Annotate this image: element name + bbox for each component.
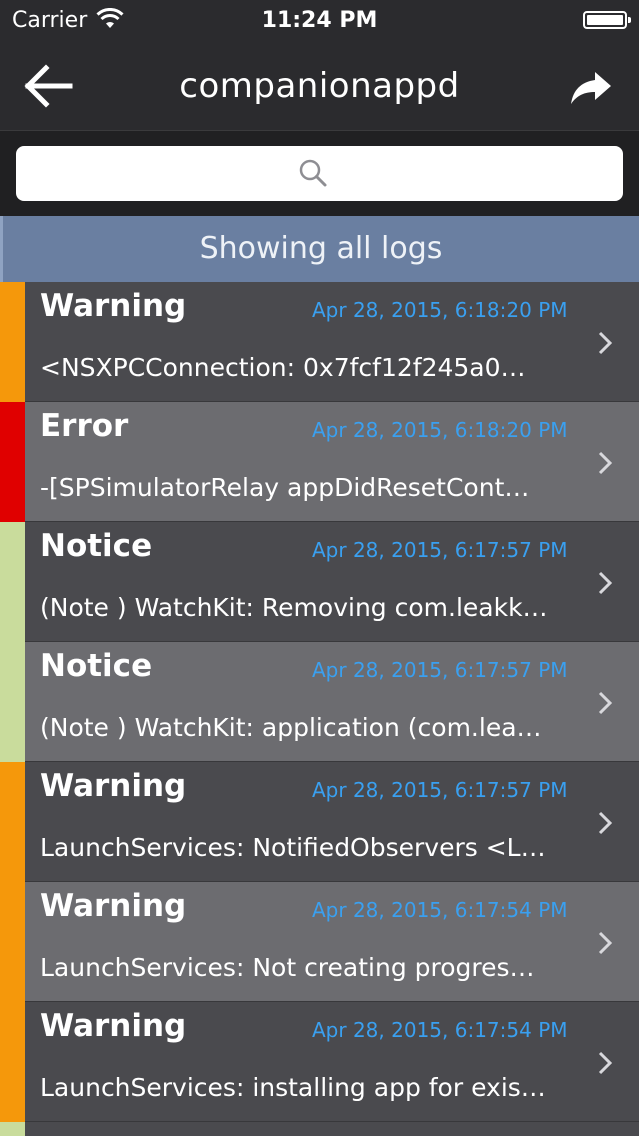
chevron-right-icon bbox=[598, 331, 613, 355]
severity-stripe bbox=[0, 522, 25, 642]
log-level: Warning bbox=[40, 888, 187, 924]
log-timestamp: Apr 28, 2015, 6:18:20 PM bbox=[312, 418, 568, 442]
log-message: LaunchServices: installing app for exis… bbox=[40, 1073, 546, 1102]
log-level: Warning bbox=[40, 768, 187, 804]
severity-stripe bbox=[0, 1002, 25, 1122]
log-row[interactable]: Notice Apr 28, 2015, 6:17:57 PM (Note ) Wa… bbox=[0, 522, 639, 642]
log-message: (Note ) WatchKit: Removing com.leakk… bbox=[40, 593, 548, 622]
log-message: -[SPSimulatorRelay appDidResetCont… bbox=[40, 473, 530, 502]
chevron-right-icon bbox=[598, 571, 613, 595]
navigation-bar: companionappd bbox=[0, 40, 639, 130]
page-title: companionappd bbox=[179, 66, 460, 106]
log-timestamp: Apr 28, 2015, 6:17:57 PM bbox=[312, 778, 568, 802]
log-row[interactable]: Error Apr 28, 2015, 6:18:20 PM -[SPSimulat… bbox=[0, 402, 639, 522]
log-timestamp: Apr 28, 2015, 6:17:54 PM bbox=[312, 898, 568, 922]
search-bar bbox=[0, 130, 639, 217]
severity-stripe bbox=[0, 882, 25, 1002]
log-level: Notice bbox=[40, 528, 153, 564]
filter-banner[interactable]: Showing all logs bbox=[0, 216, 639, 282]
log-timestamp: Apr 28, 2015, 6:17:57 PM bbox=[312, 658, 568, 682]
status-time: 11:24 PM bbox=[261, 8, 378, 33]
log-row[interactable]: Notice Apr 28, 2015, 6:17:57 PM (Note ) Wa… bbox=[0, 642, 639, 762]
severity-stripe bbox=[0, 642, 25, 762]
log-row[interactable]: Warning Apr 28, 2015, 6:17:54 PM LaunchSer… bbox=[0, 882, 639, 1002]
log-list: Warning Apr 28, 2015, 6:18:20 PM <NSXPCCon… bbox=[0, 282, 639, 1136]
log-level: Warning bbox=[40, 288, 187, 324]
log-row[interactable]: Warning Apr 28, 2015, 6:17:57 PM LaunchSer… bbox=[0, 762, 639, 882]
share-icon[interactable] bbox=[569, 68, 613, 108]
log-message: (Note ) WatchKit: application (com.lea… bbox=[40, 713, 542, 742]
chevron-right-icon bbox=[598, 691, 613, 715]
log-timestamp: Apr 28, 2015, 6:17:54 PM bbox=[312, 1018, 568, 1042]
log-message: LaunchServices: NotifiedObservers <L… bbox=[40, 833, 546, 862]
battery-icon bbox=[583, 11, 631, 29]
severity-stripe bbox=[0, 282, 25, 402]
chevron-right-icon bbox=[598, 931, 613, 955]
chevron-right-icon bbox=[598, 1051, 613, 1075]
status-bar: Carrier 11:24 PM bbox=[0, 0, 639, 40]
chevron-right-icon bbox=[598, 811, 613, 835]
log-row[interactable]: Warning Apr 28, 2015, 6:18:20 PM <NSXPCCon… bbox=[0, 282, 639, 402]
chevron-right-icon bbox=[598, 451, 613, 475]
log-timestamp: Apr 28, 2015, 6:17:57 PM bbox=[312, 538, 568, 562]
log-level: Notice bbox=[40, 648, 153, 684]
log-level: Warning bbox=[40, 1008, 187, 1044]
list-item-partial bbox=[0, 1122, 639, 1136]
log-level: Error bbox=[40, 408, 129, 444]
log-message: LaunchServices: Not creating progres… bbox=[40, 953, 535, 982]
log-row[interactable]: Warning Apr 28, 2015, 6:17:54 PM LaunchSer… bbox=[0, 1002, 639, 1122]
search-input[interactable] bbox=[16, 146, 623, 201]
log-timestamp: Apr 28, 2015, 6:18:20 PM bbox=[312, 298, 568, 322]
severity-stripe bbox=[0, 762, 25, 882]
severity-stripe bbox=[0, 402, 25, 522]
log-message: <NSXPCConnection: 0x7fcf12f245a0… bbox=[40, 353, 526, 382]
